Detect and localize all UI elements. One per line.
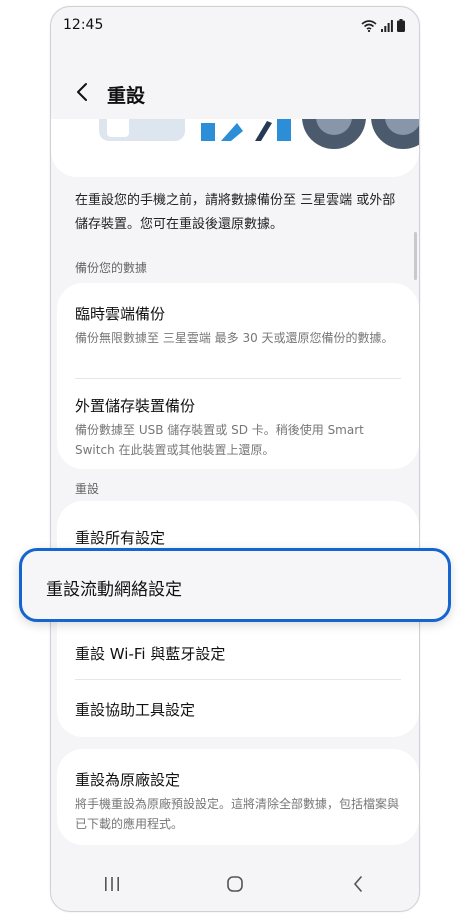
reset-wifi-bt-title: 重設 Wi-Fi 與藍牙設定 xyxy=(75,645,226,663)
nav-back-icon xyxy=(353,876,362,892)
backup-section-label: 備份您的數據 xyxy=(75,261,148,275)
backup-divider xyxy=(75,378,401,379)
factory-reset-subtitle: 將手機重設為原廠預設設定。這將清除全部數據，包括檔案與已下載的應用程式。 xyxy=(75,797,400,831)
recent-apps-button[interactable] xyxy=(92,864,132,904)
nav-back-button[interactable] xyxy=(338,864,378,904)
wifi-icon xyxy=(361,19,377,32)
status-icons xyxy=(361,19,405,32)
cloud-backup-item[interactable]: 臨時雲端備份 備份無限數據至 三星雲端 最多 30 天或還原您備份的數據。 xyxy=(75,303,405,348)
reset-divider xyxy=(75,679,401,680)
cloud-backup-title: 臨時雲端備份 xyxy=(75,305,166,323)
navigation-bar xyxy=(51,857,419,911)
external-backup-title: 外置儲存裝置備份 xyxy=(75,397,196,415)
factory-reset-card: 重設為原廠設定 將手機重設為原廠預設設定。這將清除全部數據，包括檔案與已下載的應… xyxy=(57,749,419,845)
reset-all-settings-item[interactable]: 重設所有設定 xyxy=(75,527,405,548)
page-title: 重設 xyxy=(107,85,146,107)
external-backup-item[interactable]: 外置儲存裝置備份 備份數據至 USB 儲存裝置或 SD 卡。稍後使用 Smart… xyxy=(75,395,405,460)
cloud-backup-subtitle: 備份無限數據至 三星雲端 最多 30 天或還原您備份的數據。 xyxy=(75,331,394,345)
reset-wifi-bt-item[interactable]: 重設 Wi-Fi 與藍牙設定 xyxy=(75,643,405,664)
back-button[interactable] xyxy=(69,79,95,105)
header: 重設 xyxy=(51,67,419,117)
home-button[interactable] xyxy=(215,864,255,904)
external-backup-subtitle: 備份數據至 USB 儲存裝置或 SD 卡。稍後使用 Smart Switch 在… xyxy=(75,423,364,457)
illustration-card xyxy=(51,119,419,177)
reset-section-label: 重設 xyxy=(75,482,100,496)
phone-frame: 12:45 重設 在重設您的手機之前，請將數據備份至 三星雲端 或外部儲存裝置。… xyxy=(50,6,420,912)
reset-network-settings-title: 重設流動網絡設定 xyxy=(46,580,182,600)
home-icon xyxy=(227,876,243,892)
reset-description: 在重設您的手機之前，請將數據備份至 三星雲端 或外部儲存裝置。您可在重設後還原數… xyxy=(75,193,396,232)
reset-accessibility-title: 重設協助工具設定 xyxy=(75,701,196,719)
battery-icon xyxy=(397,19,405,32)
factory-reset-title: 重設為原廠設定 xyxy=(75,771,181,789)
reset-illustration xyxy=(99,119,419,149)
back-arrow-icon xyxy=(77,83,87,101)
scrollbar-thumb[interactable] xyxy=(414,232,417,280)
reset-accessibility-item[interactable]: 重設協助工具設定 xyxy=(75,699,405,720)
reset-network-settings-item[interactable]: 重設流動網絡設定 xyxy=(19,548,451,622)
reset-all-settings-title: 重設所有設定 xyxy=(75,529,166,547)
signal-icon xyxy=(381,19,393,32)
recent-apps-icon xyxy=(105,877,120,891)
factory-reset-item[interactable]: 重設為原廠設定 將手機重設為原廠預設設定。這將清除全部數據，包括檔案與已下載的應… xyxy=(75,769,405,834)
status-bar: 12:45 xyxy=(51,7,419,43)
backup-card: 臨時雲端備份 備份無限數據至 三星雲端 最多 30 天或還原您備份的數據。 外置… xyxy=(57,283,419,469)
status-time: 12:45 xyxy=(63,17,104,33)
